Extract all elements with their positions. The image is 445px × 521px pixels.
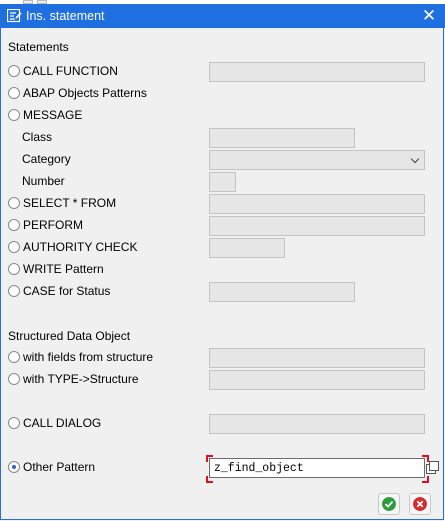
section-label-structured: Structured Data Object: [8, 329, 131, 343]
section-label-statements: Statements: [8, 40, 69, 54]
other-pattern-input[interactable]: z_find_object: [209, 458, 425, 478]
radio-call-function[interactable]: [8, 65, 20, 77]
option-row-perform: PERFORM: [1, 216, 443, 236]
label-message-category: Category: [22, 152, 71, 166]
message-number-input[interactable]: [209, 172, 236, 192]
message-class-input[interactable]: [209, 128, 355, 148]
authority-check-input[interactable]: [209, 238, 285, 258]
label-message: MESSAGE: [23, 108, 83, 122]
fields-structure-input[interactable]: [209, 348, 425, 368]
ok-button[interactable]: [378, 493, 400, 515]
label-fields-structure: with fields from structure: [23, 350, 154, 364]
option-row-other-pattern: Other Pattern z_find_object: [1, 455, 443, 483]
radio-message[interactable]: [8, 109, 20, 121]
perform-input[interactable]: [209, 216, 425, 236]
message-category-row: Category: [1, 150, 443, 170]
radio-abap-objects[interactable]: [8, 87, 20, 99]
message-class-row: Class: [1, 128, 443, 148]
focus-corner: [206, 455, 213, 462]
insert-statement-dialog: Ins. statement ✕ Statements CALL FUNCTIO…: [0, 4, 445, 520]
insert-statement-icon: [7, 9, 22, 23]
radio-fields-structure[interactable]: [8, 351, 20, 363]
call-dialog-input[interactable]: [209, 414, 425, 434]
radio-other-pattern[interactable]: [8, 461, 20, 473]
option-row-fields-structure: with fields from structure: [1, 348, 443, 368]
radio-authority-check[interactable]: [8, 241, 20, 253]
select-from-input[interactable]: [209, 194, 425, 214]
label-message-number: Number: [22, 174, 65, 188]
label-type-structure: with TYPE->Structure: [23, 372, 139, 386]
label-write-pattern: WRITE Pattern: [23, 262, 104, 276]
close-button[interactable]: ✕: [419, 5, 439, 27]
label-select-from: SELECT * FROM: [23, 196, 117, 210]
message-category-dropdown[interactable]: [209, 150, 425, 170]
option-row-call-dialog: CALL DIALOG: [1, 414, 443, 434]
option-row-case-status: CASE for Status: [1, 282, 443, 302]
focus-corner: [206, 476, 213, 483]
checkmark-icon: [382, 497, 396, 511]
label-call-dialog: CALL DIALOG: [23, 416, 102, 430]
cancel-button[interactable]: [409, 493, 431, 515]
radio-call-dialog[interactable]: [8, 417, 20, 429]
focus-corner: [422, 476, 429, 483]
message-number-row: Number: [1, 172, 443, 192]
option-row-write-pattern: WRITE Pattern: [1, 260, 443, 280]
value-help-icon[interactable]: [426, 461, 440, 475]
label-message-class: Class: [22, 130, 53, 144]
radio-type-structure[interactable]: [8, 373, 20, 385]
option-row-select-from: SELECT * FROM: [1, 194, 443, 214]
option-row-type-structure: with TYPE->Structure: [1, 370, 443, 390]
option-row-authority-check: AUTHORITY CHECK: [1, 238, 443, 258]
label-call-function: CALL FUNCTION: [23, 64, 118, 78]
label-case-status: CASE for Status: [23, 284, 111, 298]
radio-write-pattern[interactable]: [8, 263, 20, 275]
case-status-input[interactable]: [209, 282, 355, 302]
title-bar: Ins. statement ✕: [1, 4, 445, 28]
cancel-x-icon: [413, 497, 427, 511]
label-other-pattern: Other Pattern: [23, 460, 96, 474]
dialog-content: Statements CALL FUNCTION ABAP Objects Pa…: [1, 28, 443, 518]
label-abap-objects: ABAP Objects Patterns: [23, 86, 147, 100]
label-authority-check: AUTHORITY CHECK: [23, 240, 138, 254]
label-perform: PERFORM: [23, 218, 83, 232]
option-row-message: MESSAGE: [1, 106, 443, 126]
radio-case-status[interactable]: [8, 285, 20, 297]
radio-select-from[interactable]: [8, 197, 20, 209]
option-row-call-function: CALL FUNCTION: [1, 62, 443, 82]
dialog-title: Ins. statement: [26, 9, 105, 23]
option-row-abap-objects: ABAP Objects Patterns: [1, 84, 443, 104]
call-function-input[interactable]: [209, 62, 425, 82]
type-structure-input[interactable]: [209, 370, 425, 390]
close-icon: ✕: [421, 6, 437, 25]
radio-perform[interactable]: [8, 219, 20, 231]
